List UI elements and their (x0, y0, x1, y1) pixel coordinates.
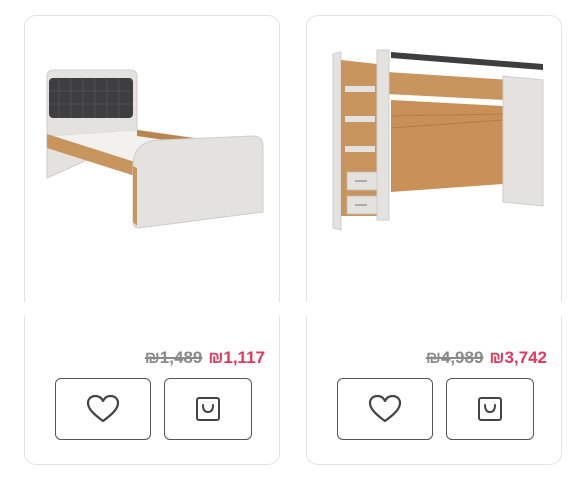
shopping-bag-icon (476, 395, 504, 423)
product-card[interactable]: ₪4,989 ₪3,742 (306, 15, 562, 465)
shopping-bag-icon (194, 395, 222, 423)
add-to-wishlist-button[interactable] (55, 378, 151, 440)
old-price: ₪1,489 (144, 348, 203, 367)
price-row: ₪4,989 ₪3,742 (426, 346, 547, 370)
heart-icon (368, 394, 402, 424)
price-row: ₪1,489 ₪1,117 (145, 346, 265, 370)
sale-price: ₪3,742 (489, 348, 547, 367)
product-image[interactable] (25, 16, 281, 296)
add-to-cart-button[interactable] (446, 378, 534, 440)
add-to-cart-button[interactable] (164, 378, 252, 440)
product-card[interactable]: ₪1,489 ₪1,117 (24, 15, 280, 465)
sale-price: ₪1,117 (208, 348, 265, 367)
add-to-wishlist-button[interactable] (337, 378, 433, 440)
old-price: ₪4,989 (425, 348, 484, 367)
product-image[interactable] (307, 16, 563, 296)
heart-icon (86, 394, 120, 424)
